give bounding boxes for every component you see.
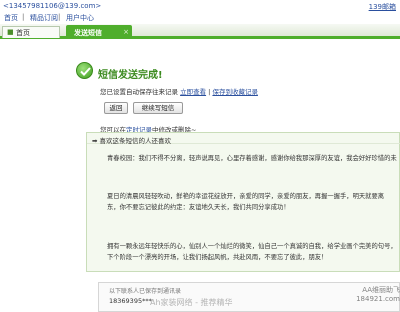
panel-title: ➡ 喜欢这条短信的人还喜欢: [92, 137, 172, 145]
message-line: 下个阶段一个漂亮的开场，让我们扬起风帆，共赴风雨，不要忘了彼此，朋友！: [107, 254, 328, 261]
message-line: 东，你不要忘记彼此的约定：友谊地久天长，我们共同分享成功！: [107, 204, 290, 211]
back-button[interactable]: 返回: [104, 102, 128, 114]
view-now-link[interactable]: 立即查看: [180, 88, 206, 96]
panel-header: ➡ 喜欢这条短信的人还喜欢: [87, 133, 400, 145]
saved-notice: 您已设置自动保存往来记录 立即查看 | 保存到收藏记录: [100, 86, 258, 96]
message-line: 夏日的清晨风轻轻吹动，鲜艳的幸运花绽放开，亲爱的同学，亲爱的朋友，再握一握手，明…: [107, 193, 385, 200]
home-icon: ■: [7, 28, 14, 36]
top-links: 首页 | 精品订阅 | 用户中心: [0, 12, 400, 23]
recommendation-panel: ➡ 喜欢这条短信的人还喜欢 青春校园：我们不得不分离，轻声说再见，心里存着感谢，…: [86, 132, 400, 272]
watermark-corner: AA维丽助飞 184921.com: [356, 286, 400, 303]
tab-send-label: 发送短信: [74, 29, 102, 37]
page-title: 短信发送完成!: [98, 70, 163, 81]
link-separator: |: [22, 13, 25, 21]
success-check-icon: [76, 62, 93, 79]
home-link[interactable]: 首页: [4, 13, 18, 23]
recommended-message[interactable]: 青春校园：我们不得不分离，轻声说再见，心里存着感谢，感谢你给我那深厚的友谊，我会…: [107, 153, 397, 164]
subscriptions-link[interactable]: 精品订阅: [30, 13, 58, 23]
message-line: 拥有一颗永远年轻快乐的心，仙别人一个灿烂的微笑，仙自己一个真诚的自我，给学业画个…: [107, 243, 397, 250]
user-center-link[interactable]: 用户中心: [66, 13, 94, 23]
saved-text: 您已设置自动保存往来记录: [100, 88, 178, 96]
inbox-link[interactable]: 139邮箱: [369, 2, 396, 12]
close-tab-icon[interactable]: ×: [123, 28, 129, 36]
watermark: Ah家装网络 - 推荐精华: [150, 298, 233, 307]
recommended-message[interactable]: 夏日的清晨风轻轻吹动，鲜艳的幸运花绽放开，亲爱的同学，亲爱的朋友，再握一握手，明…: [107, 191, 397, 213]
continue-writing-button[interactable]: 继续写短信: [133, 102, 183, 114]
top-bar: <13457981106@139.com> 139邮箱: [0, 0, 400, 12]
account-email: <13457981106@139.com>: [3, 2, 102, 10]
saved-separator: |: [208, 88, 211, 96]
tab-send-sms[interactable]: 发送短信 ×: [66, 25, 132, 39]
tab-home[interactable]: ■ 首页: [2, 26, 60, 38]
recommended-message[interactable]: 拥有一颗永远年轻快乐的心，仙别人一个灿烂的微笑，仙自己一个真诚的自我，给学业画个…: [107, 241, 397, 263]
tab-bar: ■ 首页 发送短信 ×: [0, 24, 400, 39]
contact-number: 18369395***: [109, 297, 152, 305]
contacts-saved-header: 以下联系人已保存到通讯录: [109, 288, 182, 295]
link-separator: |: [58, 13, 61, 21]
tab-home-label: 首页: [16, 29, 30, 37]
save-favorite-link[interactable]: 保存到收藏记录: [212, 88, 258, 96]
